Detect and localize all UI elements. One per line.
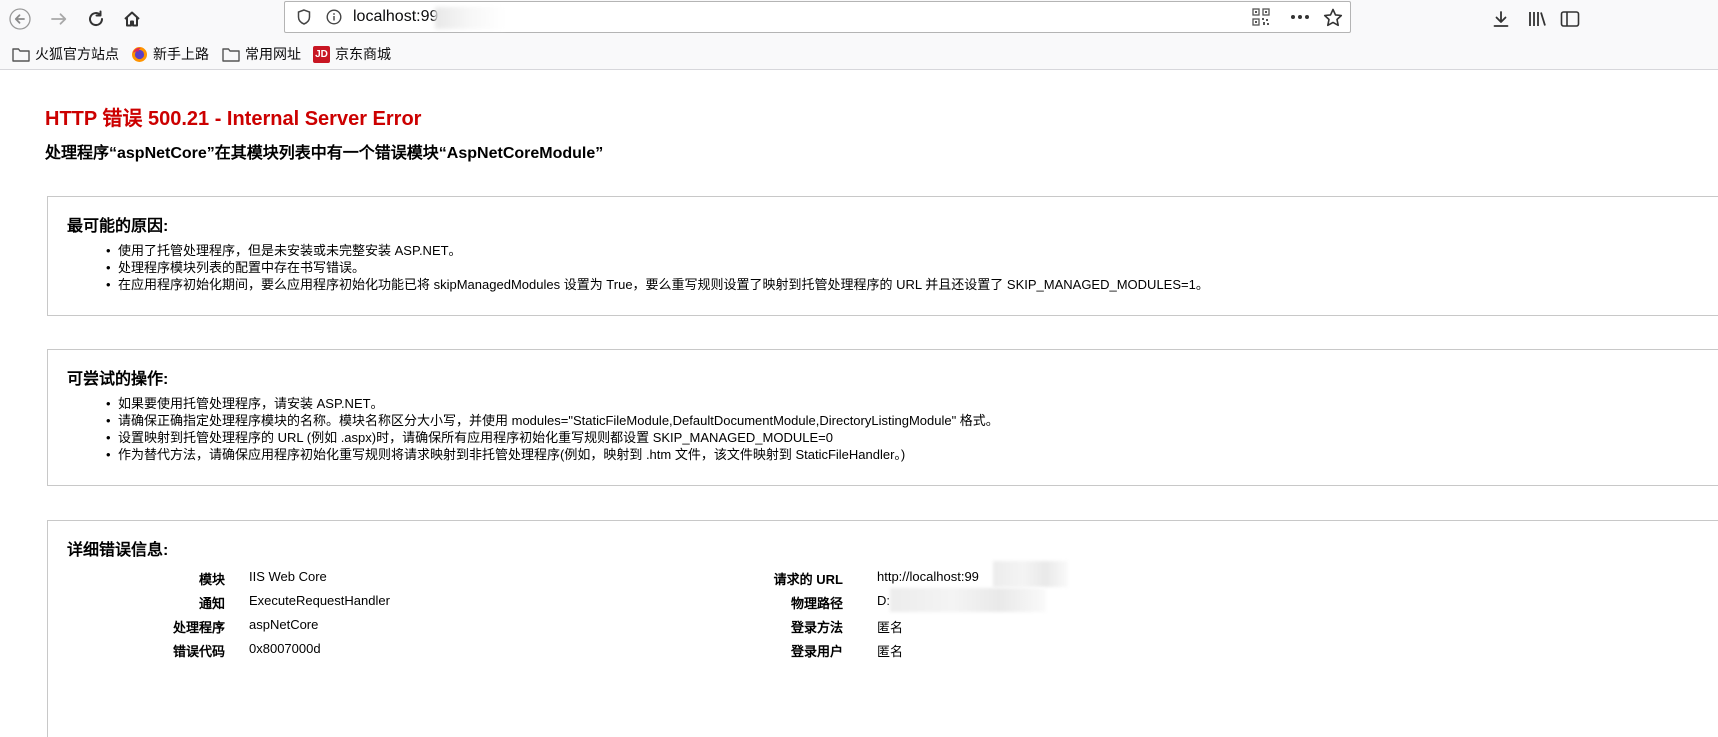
list-item: 处理程序模块列表的配置中存在书写错误。 <box>106 259 1209 276</box>
bookmark-label: 火狐官方站点 <box>35 46 119 62</box>
page-actions-menu-icon[interactable] <box>1288 2 1312 32</box>
folder-icon <box>222 47 240 62</box>
detail-row-logon-user: 登录用户 匿名 <box>703 641 1503 659</box>
detail-row-error-code: 错误代码 0x8007000d <box>48 641 748 659</box>
bookmark-label: 新手上路 <box>153 46 209 62</box>
panel-heading: 可尝试的操作: <box>67 371 169 388</box>
detail-row-module: 模块 IIS Web Core <box>48 569 748 587</box>
detail-label: 错误代码 <box>172 644 225 659</box>
bookmarks-toolbar: 火狐官方站点 新手上路 常用网址 JD 京东商城 <box>0 38 1718 70</box>
redacted-region <box>435 7 505 29</box>
actions-list: 如果要使用托管处理程序，请安装 ASP.NET。 请确保正确指定处理程序模块的名… <box>106 395 999 463</box>
causes-list: 使用了托管处理程序，但是未安装或未完整安装 ASP.NET。 处理程序模块列表的… <box>106 242 1209 293</box>
library-icon <box>1529 12 1546 26</box>
error-subtitle: 处理程序“aspNetCore”在其模块列表中有一个错误模块“AspNetCor… <box>45 145 604 162</box>
redacted-region <box>993 561 1068 587</box>
back-button[interactable] <box>5 4 35 34</box>
list-item: 设置映射到托管处理程序的 URL (例如 .aspx)时，请确保所有应用程序初始… <box>106 429 999 446</box>
bookmark-label: 常用网址 <box>245 46 301 62</box>
detail-value: D: <box>877 593 890 608</box>
detail-label: 模块 <box>198 572 225 587</box>
sidebar-icon <box>1560 11 1580 27</box>
detail-label: 通知 <box>198 596 225 611</box>
detail-row-notification: 通知 ExecuteRequestHandler <box>48 593 748 611</box>
panel-heading: 详细错误信息: <box>67 542 169 559</box>
reload-icon <box>89 10 104 27</box>
forward-button[interactable] <box>44 4 74 34</box>
detailed-error-panel: 详细错误信息: 模块 IIS Web Core 通知 ExecuteReques… <box>47 520 1718 737</box>
back-arrow-icon <box>9 8 31 30</box>
things-to-try-panel: 可尝试的操作: 如果要使用托管处理程序，请安装 ASP.NET。 请确保正确指定… <box>47 349 1718 486</box>
firefox-icon <box>132 46 147 62</box>
detail-value: aspNetCore <box>249 617 319 632</box>
detail-row-physical-path: 物理路径 D: <box>703 593 1503 611</box>
detail-row-handler: 处理程序 aspNetCore <box>48 617 748 635</box>
detail-label: 处理程序 <box>172 620 225 635</box>
forward-arrow-icon <box>51 13 67 25</box>
jd-icon: JD <box>313 45 330 63</box>
detail-label: 物理路径 <box>790 596 843 611</box>
sidebar-button[interactable] <box>1555 4 1585 34</box>
list-item: 请确保正确指定处理程序模块的名称。模块名称区分大小写，并使用 modules="… <box>106 412 999 429</box>
detail-row-logon-method: 登录方法 匿名 <box>703 617 1503 635</box>
redacted-region <box>890 588 1046 612</box>
detail-row-requested-url: 请求的 URL http://localhost:99 <box>703 569 1503 587</box>
detail-value: ExecuteRequestHandler <box>249 593 390 608</box>
detail-label: 登录用户 <box>790 644 843 659</box>
home-icon <box>124 11 140 27</box>
bookmark-label: 京东商城 <box>335 46 391 62</box>
panel-heading: 最可能的原因: <box>67 218 169 235</box>
tracking-shield-icon[interactable] <box>291 2 317 32</box>
url-text[interactable]: localhost:99 <box>353 8 438 26</box>
downloads-button[interactable] <box>1486 4 1516 34</box>
list-item: 在应用程序初始化期间，要么应用程序初始化功能已将 skipManagedModu… <box>106 276 1209 293</box>
bookmark-item[interactable]: JD 京东商城 <box>313 43 391 65</box>
bookmark-star-icon[interactable] <box>1321 2 1345 32</box>
detail-label: 登录方法 <box>790 620 843 635</box>
download-icon <box>1493 11 1509 27</box>
error-title: HTTP 错误 500.21 - Internal Server Error <box>45 108 422 130</box>
library-button[interactable] <box>1523 4 1553 34</box>
reload-button[interactable] <box>81 4 111 34</box>
detail-value: 匿名 <box>877 620 904 635</box>
folder-icon <box>12 47 30 62</box>
site-info-icon[interactable] <box>321 2 347 32</box>
detail-value: IIS Web Core <box>249 569 327 584</box>
likely-causes-panel: 最可能的原因: 使用了托管处理程序，但是未安装或未完整安装 ASP.NET。 处… <box>47 196 1718 316</box>
bookmark-item[interactable]: 火狐官方站点 <box>12 43 119 65</box>
navigation-toolbar: localhost:99 <box>0 0 1718 38</box>
detail-value: http://localhost:99 <box>877 569 979 584</box>
list-item: 作为替代方法，请确保应用程序初始化重写规则将请求映射到非托管处理程序(例如，映射… <box>106 446 999 463</box>
home-button[interactable] <box>117 4 147 34</box>
detail-label: 请求的 URL <box>773 572 843 587</box>
bookmark-item[interactable]: 新手上路 <box>131 43 209 65</box>
address-bar[interactable]: localhost:99 <box>284 1 1351 33</box>
list-item: 使用了托管处理程序，但是未安装或未完整安装 ASP.NET。 <box>106 242 1209 259</box>
list-item: 如果要使用托管处理程序，请安装 ASP.NET。 <box>106 395 999 412</box>
qr-code-icon[interactable] <box>1249 2 1273 32</box>
bookmark-item[interactable]: 常用网址 <box>222 43 301 65</box>
detail-value: 匿名 <box>877 644 904 659</box>
detail-value: 0x8007000d <box>249 641 321 656</box>
